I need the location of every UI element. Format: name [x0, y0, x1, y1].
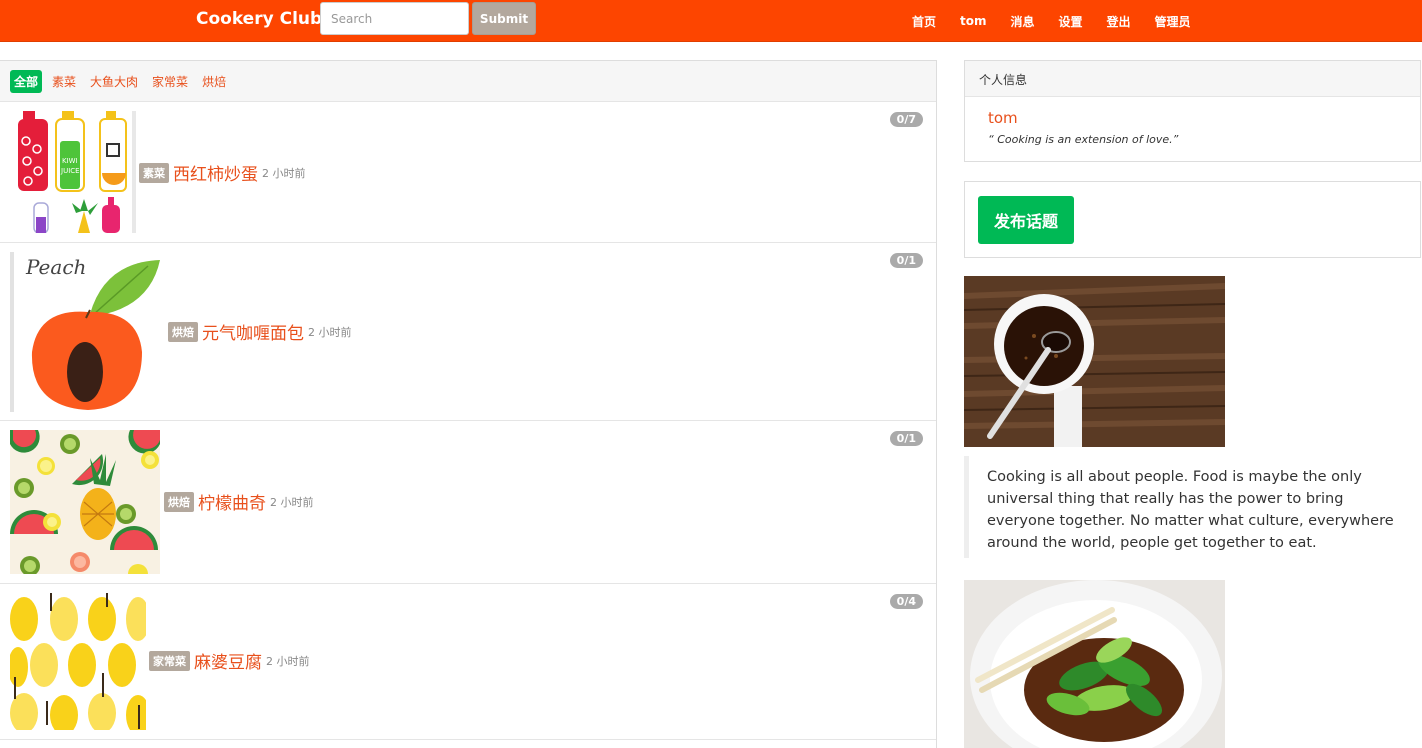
tab-all[interactable]: 全部 — [10, 70, 43, 93]
topic-line: 家常菜 麻婆豆腐 2 小时前 — [149, 648, 310, 673]
profile-signature: “ Cooking is an extension of love.” — [988, 133, 1179, 146]
brand-logo-text[interactable]: Cookery Club — [196, 9, 322, 29]
quote-text: Cooking is all about people. Food is may… — [987, 469, 1394, 551]
fruit-pattern-thumbnail[interactable] — [10, 430, 160, 574]
juice-bottles-thumbnail[interactable]: KIWI JUICE — [10, 111, 136, 233]
topic-tag-badge[interactable]: 烘焙 — [164, 491, 194, 512]
topic-tag-badge[interactable]: 家常菜 — [149, 650, 190, 671]
top-navbar: Cookery Club Submit 首页 tom 消息 设置 登出 管理员 — [0, 0, 1422, 42]
profile-panel-header: 个人信息 — [965, 61, 1420, 97]
tab-vegetarian[interactable]: 素菜 — [48, 70, 80, 93]
nav-link-logout[interactable]: 登出 — [1107, 13, 1131, 30]
category-tabs: 全部 素菜 大鱼大肉 家常菜 烘焙 — [0, 61, 936, 102]
tab-meat-fish[interactable]: 大鱼大肉 — [86, 70, 142, 93]
search-input[interactable] — [320, 2, 469, 35]
topic-row: KIWI JUICE 素菜 西红柿炒蛋 2 小时前 0/7 — [0, 102, 936, 243]
nav-link-user[interactable]: tom — [960, 14, 986, 28]
publish-panel: 发布话题 — [964, 181, 1421, 258]
topic-row: 家常菜 麻婆豆腐 2 小时前 0/4 — [0, 584, 936, 740]
topic-row: Peach 烘焙 元气咖喱面包 2 小时前 0/1 — [0, 243, 936, 421]
cooking-quote: Cooking is all about people. Food is may… — [964, 456, 1404, 558]
reply-count-badge: 0/1 — [889, 253, 923, 268]
topic-line: 烘焙 元气咖喱面包 2 小时前 — [168, 319, 352, 344]
reply-count-badge: 0/4 — [889, 594, 923, 609]
topic-row: 烘焙 柠檬曲奇 2 小时前 0/1 — [0, 421, 936, 584]
yellow-trees-thumbnail[interactable] — [10, 593, 146, 730]
profile-panel: 个人信息 tom “ Cooking is an extension of lo… — [964, 60, 1421, 162]
topic-line: 烘焙 柠檬曲奇 2 小时前 — [164, 489, 314, 514]
topic-title-link[interactable]: 西红柿炒蛋 — [173, 160, 258, 185]
topic-time: 2 小时前 — [308, 325, 352, 339]
topic-time: 2 小时前 — [266, 654, 310, 668]
tab-baking[interactable]: 烘焙 — [198, 70, 230, 93]
nav-link-settings[interactable]: 设置 — [1059, 13, 1083, 30]
topic-tag-badge[interactable]: 烘焙 — [168, 321, 198, 342]
svg-text:Peach: Peach — [25, 255, 86, 279]
publish-topic-button[interactable]: 发布话题 — [978, 196, 1074, 244]
svg-text:KIWI: KIWI — [62, 157, 78, 165]
topic-line: 素菜 西红柿炒蛋 2 小时前 — [139, 160, 306, 185]
topic-tag-badge[interactable]: 素菜 — [139, 162, 169, 183]
profile-username-link[interactable]: tom — [988, 109, 1018, 127]
topic-title-link[interactable]: 元气咖喱面包 — [202, 319, 304, 344]
topic-title-link[interactable]: 柠檬曲奇 — [198, 489, 266, 514]
peach-thumbnail[interactable]: Peach — [10, 252, 165, 412]
search-submit-button[interactable]: Submit — [472, 2, 536, 35]
reply-count-badge: 0/7 — [889, 112, 923, 127]
topic-list-panel: 全部 素菜 大鱼大肉 家常菜 烘焙 KIWI JUICE 素菜 西红柿炒蛋 2 … — [0, 60, 937, 748]
nav-link-admin[interactable]: 管理员 — [1155, 13, 1191, 30]
sauce-cup-photo — [964, 276, 1225, 447]
nav-link-home[interactable]: 首页 — [912, 13, 936, 30]
nav-links: 首页 tom 消息 设置 登出 管理员 — [900, 0, 1203, 42]
greens-bowl-photo — [964, 580, 1225, 748]
topic-time: 2 小时前 — [262, 166, 306, 180]
topic-time: 2 小时前 — [270, 495, 314, 509]
svg-text:JUICE: JUICE — [60, 167, 80, 175]
tab-home-cooking[interactable]: 家常菜 — [148, 70, 192, 93]
reply-count-badge: 0/1 — [889, 431, 923, 446]
topic-title-link[interactable]: 麻婆豆腐 — [194, 648, 262, 673]
nav-link-messages[interactable]: 消息 — [1011, 13, 1035, 30]
